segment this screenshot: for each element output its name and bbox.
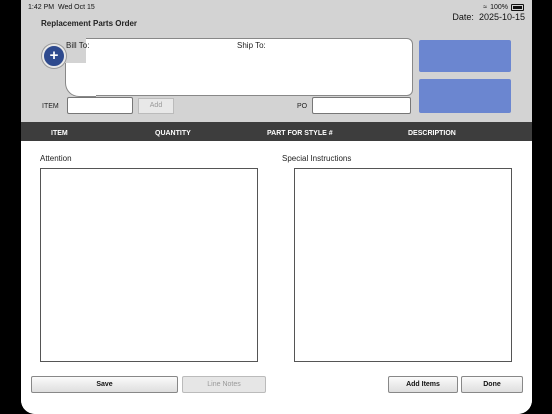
save-button[interactable]: Save (31, 376, 178, 393)
column-quantity: QUANTITY (155, 130, 191, 137)
action-button-1[interactable] (419, 40, 511, 72)
add-item-button[interactable]: Add (138, 98, 174, 114)
special-instructions-textarea[interactable] (294, 168, 512, 362)
notes-sheet: Attention Special Instructions Save Line… (21, 141, 532, 414)
item-label: ITEM (42, 103, 59, 110)
column-description: DESCRIPTION (408, 130, 456, 137)
items-table-header: ITEM QUANTITY PART FOR STYLE # DESCRIPTI… (21, 122, 532, 141)
app-screen: Replacement Parts Order Date: 2025-10-15… (21, 0, 532, 414)
battery-percent: 100% (490, 4, 508, 11)
po-label: PO (297, 103, 308, 110)
wifi-icon: ≈ (483, 4, 488, 11)
status-right: ≈ 100% (483, 4, 524, 11)
bill-to-label: Bill To: (66, 41, 90, 50)
device-frame: 1:42 PM Wed Oct 15 ≈ 100% Replacement Pa… (0, 0, 552, 414)
address-box[interactable] (38, 38, 413, 97)
page-title: Replacement Parts Order (41, 19, 138, 28)
add-items-button[interactable]: Add Items (388, 376, 458, 393)
ship-to-label: Ship To: (237, 41, 266, 50)
add-address-button[interactable]: + (42, 44, 66, 68)
battery-icon (511, 4, 524, 11)
special-instructions-label: Special Instructions (282, 154, 352, 163)
item-input[interactable] (67, 97, 133, 114)
plus-icon: + (49, 47, 59, 64)
column-item: ITEM (51, 130, 68, 137)
attention-label: Attention (40, 154, 72, 163)
line-notes-button[interactable]: Line Notes (182, 376, 266, 393)
order-header-panel: Replacement Parts Order Date: 2025-10-15… (21, 0, 532, 122)
action-button-2[interactable] (419, 79, 511, 113)
status-time: 1:42 PM Wed Oct 15 (28, 4, 95, 11)
status-bar: 1:42 PM Wed Oct 15 ≈ 100% (0, 0, 552, 16)
attention-textarea[interactable] (40, 168, 258, 362)
done-button[interactable]: Done (461, 376, 523, 393)
po-input[interactable] (312, 97, 411, 114)
column-part-for-style: PART FOR STYLE # (267, 130, 333, 137)
